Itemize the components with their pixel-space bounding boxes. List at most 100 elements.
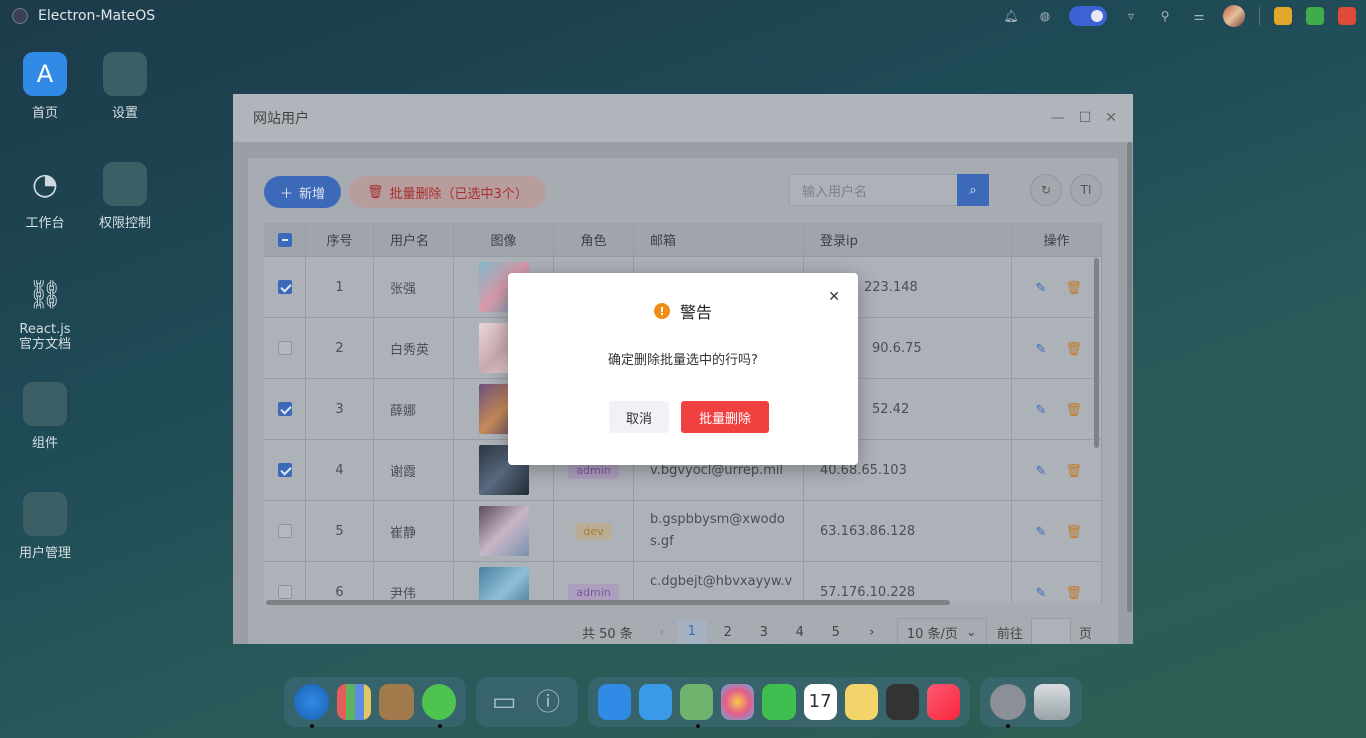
desktop-icon-settings[interactable]: 设置 <box>85 52 165 121</box>
cell-name: 尹伟 <box>374 562 454 603</box>
components-folder-icon <box>23 382 67 426</box>
trash-icon[interactable] <box>1034 684 1070 720</box>
calendar-icon[interactable]: 17 <box>803 684 837 720</box>
settings-folder-icon <box>103 52 147 96</box>
page-3[interactable]: 3 <box>749 625 779 640</box>
window-scrollbar[interactable] <box>1127 142 1132 612</box>
row-checkbox[interactable] <box>277 585 292 599</box>
page-2[interactable]: 2 <box>713 625 743 640</box>
row-checkbox[interactable] <box>277 341 292 355</box>
user-image[interactable] <box>478 506 529 556</box>
page-1[interactable]: 1 <box>676 620 707 644</box>
close-icon[interactable]: ✕ <box>1105 110 1117 126</box>
table-header: 序号 用户名 图像 角色 邮箱 登录ip 操作 <box>264 223 1102 257</box>
table-horizontal-scrollbar[interactable] <box>266 600 950 605</box>
confirm-batch-delete-button[interactable]: 批量删除 <box>681 401 769 433</box>
search-button[interactable]: ⌕ <box>957 174 989 206</box>
batch-delete-button[interactable]: 🗑︎ 批量删除（已选中3个） <box>349 176 546 208</box>
edit-icon[interactable]: ✎ <box>1036 281 1048 296</box>
cell-no: 3 <box>306 379 374 439</box>
user-image[interactable] <box>478 567 529 603</box>
page-4[interactable]: 4 <box>785 625 815 640</box>
maximize-window-icon[interactable] <box>1306 7 1324 25</box>
next-page-icon[interactable]: › <box>857 625 887 640</box>
page-size-select[interactable]: 10 条/页 ⌄ <box>896 618 987 644</box>
calendar-day: 17 <box>808 691 832 712</box>
launchpad-icon[interactable] <box>336 684 371 720</box>
maximize-icon[interactable]: ☐ <box>1079 110 1092 126</box>
delete-icon[interactable]: 🗑︎ <box>1066 342 1083 357</box>
desktop-icon-home[interactable]: A 首页 <box>5 52 85 121</box>
row-checkbox[interactable] <box>277 524 292 538</box>
cell-name: 崔静 <box>374 501 454 561</box>
cell-name: 谢霞 <box>374 440 454 500</box>
edit-icon[interactable]: ✎ <box>1036 525 1048 540</box>
page-5[interactable]: 5 <box>821 625 851 640</box>
desktop-icon-permission[interactable]: 权限控制 <box>85 162 165 231</box>
minimize-window-icon[interactable] <box>1274 7 1292 25</box>
mail-icon[interactable] <box>639 684 673 720</box>
col-header: 用户名 <box>374 223 454 256</box>
minimize-icon[interactable]: — <box>1051 110 1065 126</box>
edit-icon[interactable]: ✎ <box>1036 464 1048 479</box>
desktop-icon-components[interactable]: 组件 <box>5 382 85 451</box>
pin-icon[interactable]: ⚲ <box>1155 6 1175 26</box>
calculator-icon[interactable] <box>885 684 919 720</box>
column-settings-button[interactable]: TI <box>1070 174 1102 206</box>
sliders-icon[interactable]: ⚌ <box>1189 6 1209 26</box>
globe-icon[interactable]: ◍ <box>1035 6 1055 26</box>
delete-icon[interactable]: 🗑︎ <box>1066 281 1083 296</box>
role-tag: admin <box>568 583 619 601</box>
table-vertical-scrollbar[interactable] <box>1094 258 1099 448</box>
cell-ip: 57.176.10.228 <box>804 562 1012 603</box>
app-store-icon[interactable] <box>598 684 632 720</box>
cell-no: 1 <box>306 257 374 317</box>
bell-icon[interactable]: 🔔︎ <box>1001 6 1021 26</box>
cancel-button[interactable]: 取消 <box>609 401 669 433</box>
delete-icon[interactable]: 🗑︎ <box>1066 525 1083 540</box>
avatar[interactable] <box>1223 5 1245 27</box>
row-checkbox[interactable] <box>277 463 292 477</box>
goto-page-input[interactable] <box>1030 618 1071 644</box>
close-window-icon[interactable] <box>1338 7 1356 25</box>
safari-icon[interactable] <box>294 684 329 728</box>
edit-icon[interactable]: ✎ <box>1036 586 1048 601</box>
photos-icon[interactable] <box>721 684 755 720</box>
link-icon: ⛓ <box>27 277 63 311</box>
desktop-icon-workbench[interactable]: ◔ 工作台 <box>5 162 85 232</box>
users-folder-icon <box>23 492 67 536</box>
select-all-checkbox[interactable] <box>277 232 292 247</box>
row-checkbox[interactable] <box>277 402 292 416</box>
desktop-label: 权限控制 <box>98 216 151 231</box>
search-box: 输入用户名 ⌕ <box>789 174 989 206</box>
add-label: 新增 <box>299 186 326 202</box>
music-icon[interactable] <box>926 684 960 720</box>
edit-icon[interactable]: ✎ <box>1036 342 1048 357</box>
prev-page-icon[interactable]: ‹ <box>647 625 677 640</box>
row-checkbox[interactable] <box>277 280 292 294</box>
add-button[interactable]: ＋ 新增 <box>264 176 342 208</box>
monitor-icon[interactable]: ▭ <box>486 684 522 720</box>
facetime-icon[interactable] <box>762 684 796 720</box>
desktop-icon-user-management[interactable]: 用户管理 <box>5 492 85 561</box>
contacts-icon[interactable] <box>379 684 414 720</box>
desktop-label: React.js官方文档 <box>18 322 71 352</box>
edit-icon[interactable]: ✎ <box>1036 403 1048 418</box>
search-input[interactable]: 输入用户名 <box>789 174 957 206</box>
delete-icon[interactable]: 🗑︎ <box>1066 403 1083 418</box>
refresh-button[interactable]: ↻ <box>1030 174 1062 206</box>
close-icon[interactable]: ✕ <box>828 289 840 305</box>
table-row: 5 崔静 dev b.gspbbysm@xwodos.gf 63.163.86.… <box>264 501 1102 562</box>
theme-toggle[interactable] <box>1069 6 1107 26</box>
messages-icon[interactable] <box>421 684 456 728</box>
desktop-label: 组件 <box>31 436 58 451</box>
desktop-icon-react-docs[interactable]: ⛓ React.js官方文档 <box>5 272 85 352</box>
notes-icon[interactable] <box>844 684 878 720</box>
delete-icon[interactable]: 🗑︎ <box>1066 586 1083 601</box>
maps-icon[interactable] <box>680 684 714 728</box>
col-header: 角色 <box>554 223 634 256</box>
info-icon[interactable]: ⓘ <box>530 684 566 720</box>
delete-icon[interactable]: 🗑︎ <box>1066 464 1083 479</box>
shirt-icon[interactable]: ▿ <box>1121 6 1141 26</box>
system-preferences-icon[interactable] <box>990 684 1026 728</box>
